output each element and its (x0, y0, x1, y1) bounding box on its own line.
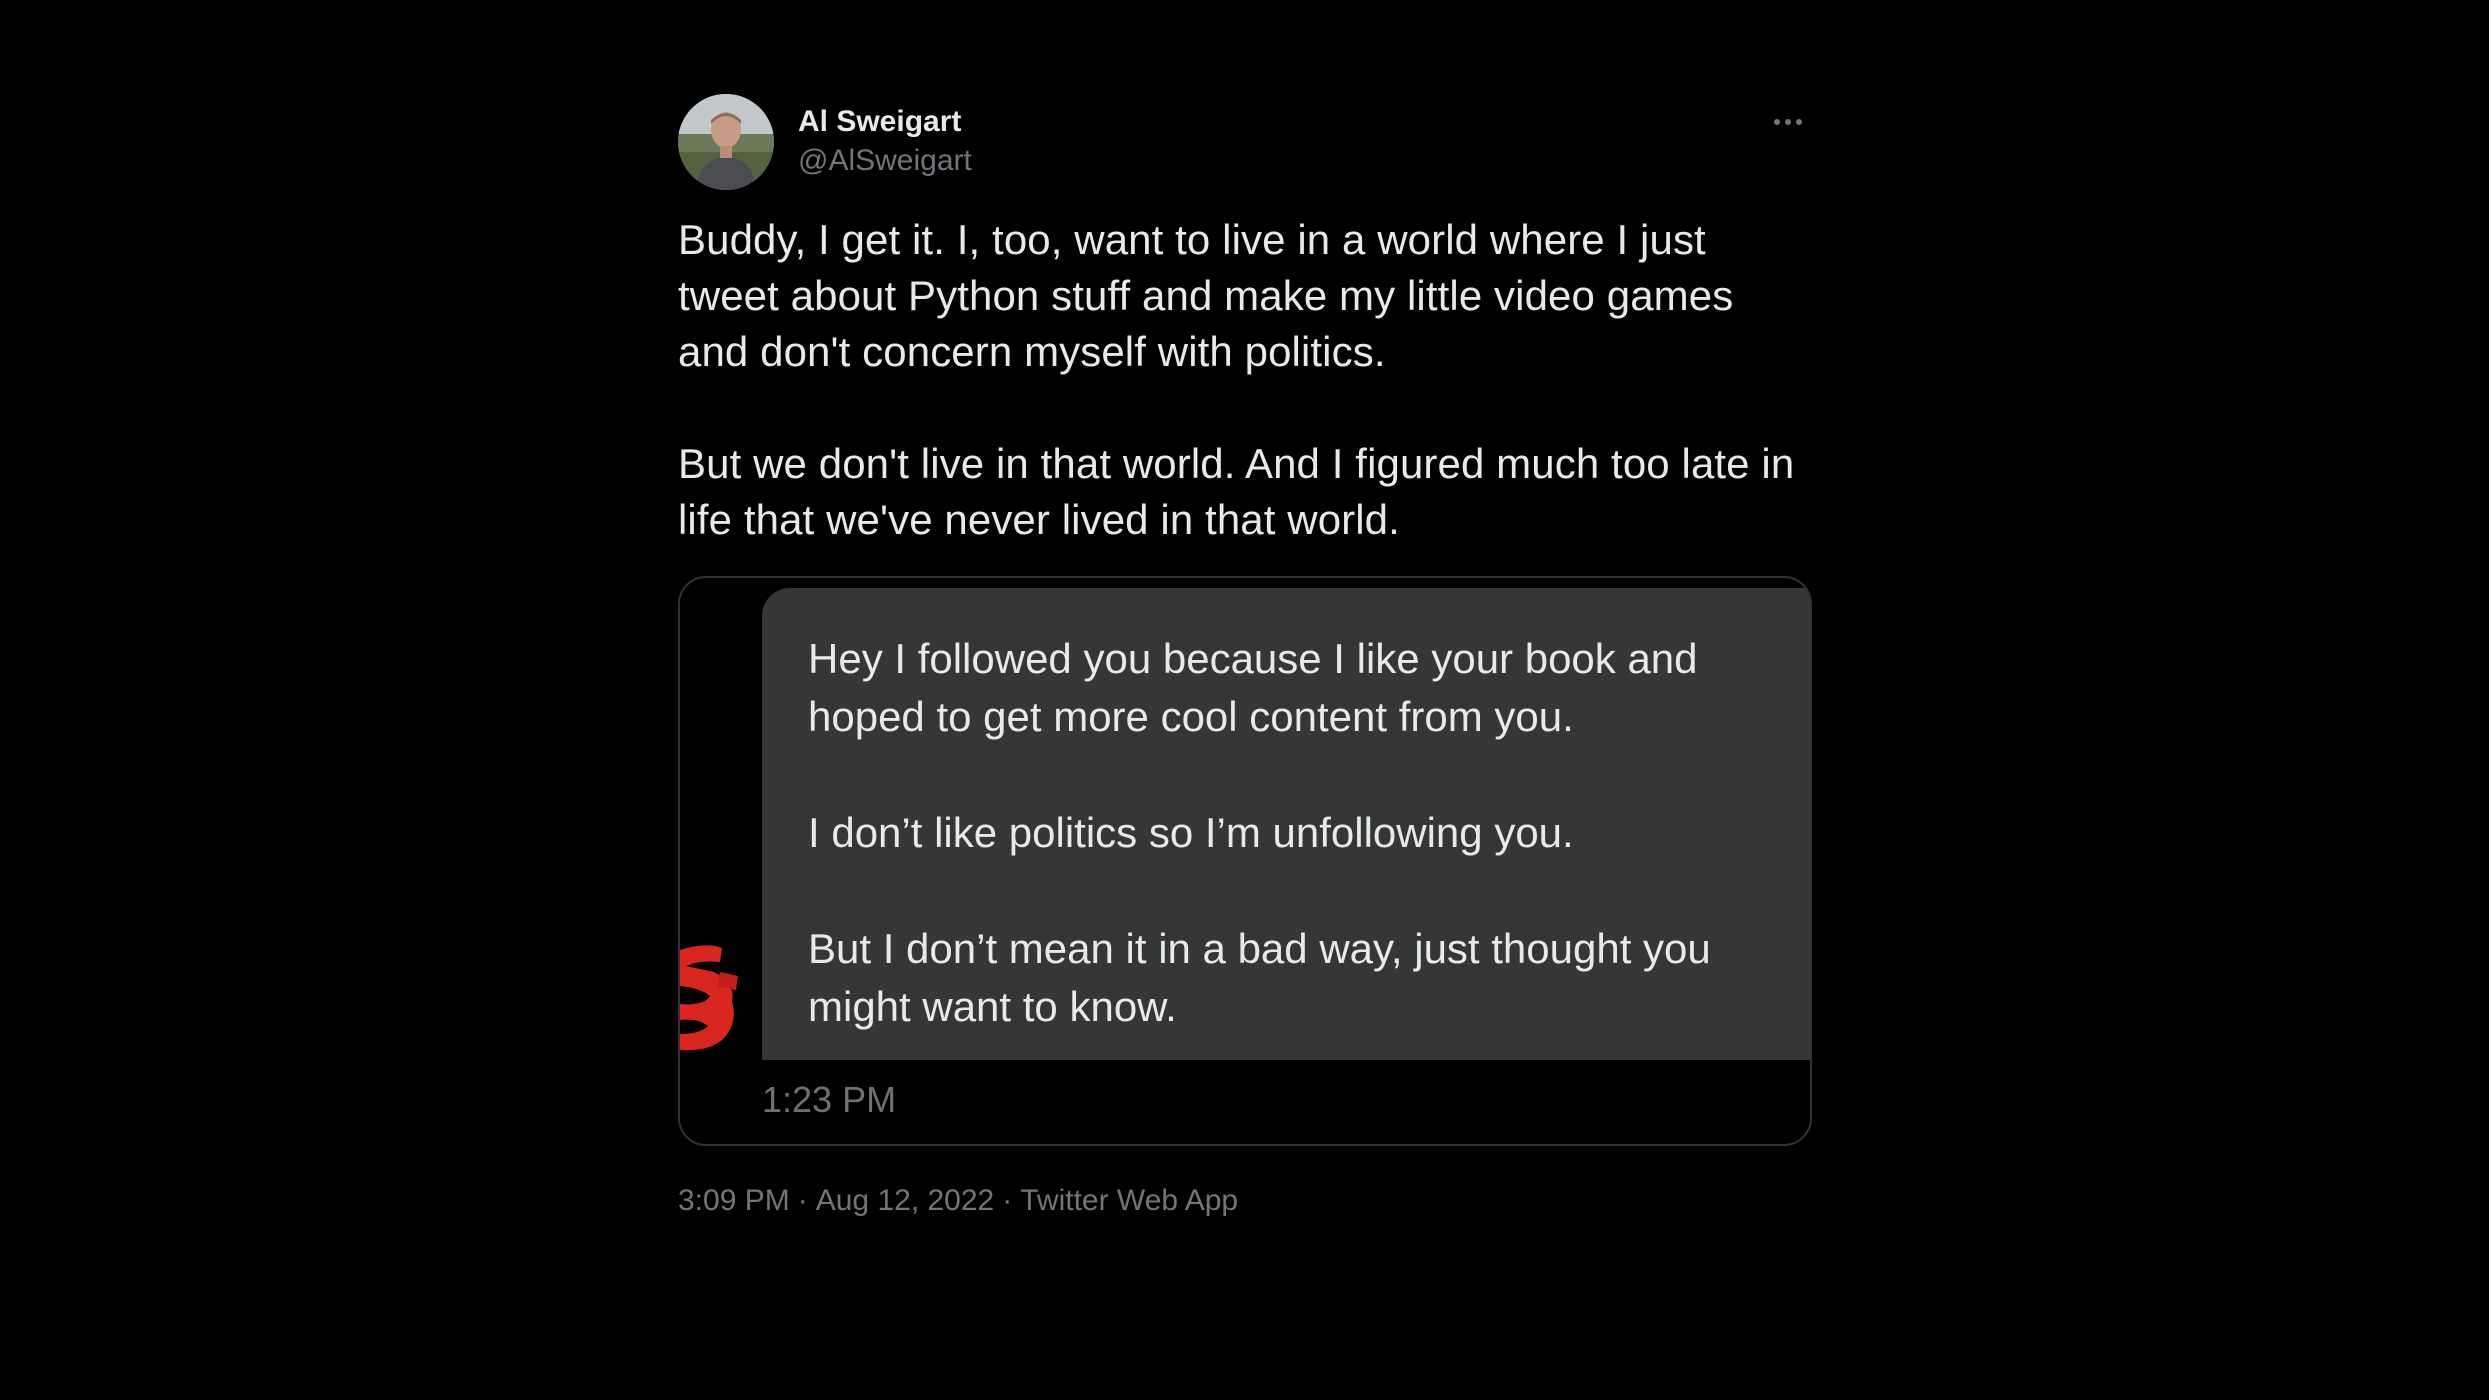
message-bubble: Hey I followed you because I like your b… (762, 588, 1810, 1060)
redaction-scribble (680, 945, 738, 1051)
message-text: Hey I followed you because I like your b… (808, 635, 1711, 1030)
author-name[interactable]: Al Sweigart (798, 104, 961, 140)
tweet-metadata: 3:09 PM · Aug 12, 2022 · Twitter Web App (678, 1182, 1810, 1220)
tweet-time[interactable]: 3:09 PM (678, 1184, 790, 1217)
tweet-header: Al Sweigart @AlSweigart (678, 94, 1810, 190)
tweet-card: Al Sweigart @AlSweigart Buddy, I get it.… (678, 94, 1812, 1220)
tweet-media[interactable]: Hey I followed you because I like your b… (678, 576, 1812, 1146)
meta-separator: · (797, 1184, 808, 1217)
meta-separator: · (1002, 1184, 1013, 1217)
tweet-date[interactable]: Aug 12, 2022 (816, 1184, 995, 1217)
more-options-icon[interactable] (1766, 100, 1810, 144)
tweet-text: Buddy, I get it. I, too, want to live in… (678, 216, 1795, 543)
author-handle[interactable]: @AlSweigart (798, 143, 972, 179)
more-horizontal-icon (1774, 119, 1802, 125)
avatar-photo (678, 94, 774, 190)
tweet-source[interactable]: Twitter Web App (1020, 1184, 1238, 1217)
avatar[interactable] (678, 94, 774, 190)
message-timestamp: 1:23 PM (762, 1079, 897, 1120)
